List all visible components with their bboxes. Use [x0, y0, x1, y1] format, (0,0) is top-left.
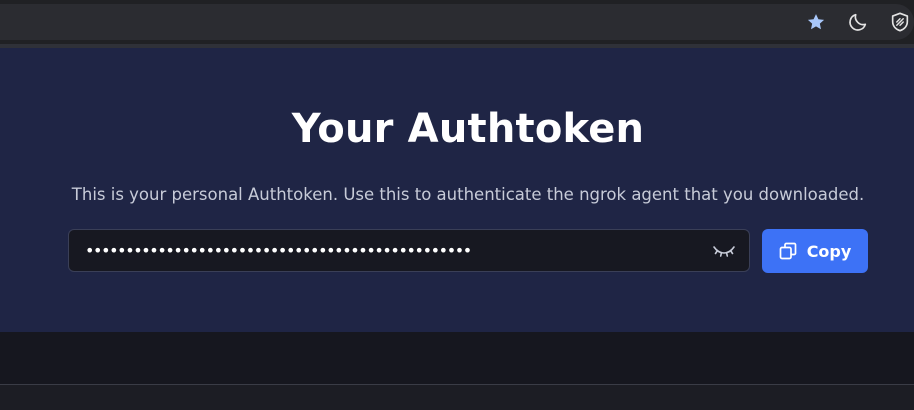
browser-toolbar	[0, 0, 914, 44]
eye-closed-icon[interactable]	[711, 240, 737, 262]
copy-button[interactable]: Copy	[762, 229, 868, 273]
copy-icon	[779, 242, 797, 260]
address-bar[interactable]	[0, 4, 914, 40]
page-title: Your Authtoken	[291, 106, 645, 152]
page-footer-area	[0, 332, 914, 384]
page-description: This is your personal Authtoken. Use thi…	[71, 185, 865, 204]
copy-button-label: Copy	[806, 241, 852, 261]
shield-icon[interactable]	[888, 10, 912, 34]
authtoken-panel: Your Authtoken This is your personal Aut…	[0, 48, 914, 332]
authtoken-field[interactable]: ••••••••••••••••••••••••••••••••••••••••…	[68, 229, 750, 272]
browser-toolbar-icons	[804, 0, 914, 44]
footer-bottom-bar	[0, 385, 914, 410]
moon-icon[interactable]	[846, 10, 870, 34]
authtoken-masked-value[interactable]: ••••••••••••••••••••••••••••••••••••••••…	[85, 230, 472, 271]
star-icon[interactable]	[804, 10, 828, 34]
